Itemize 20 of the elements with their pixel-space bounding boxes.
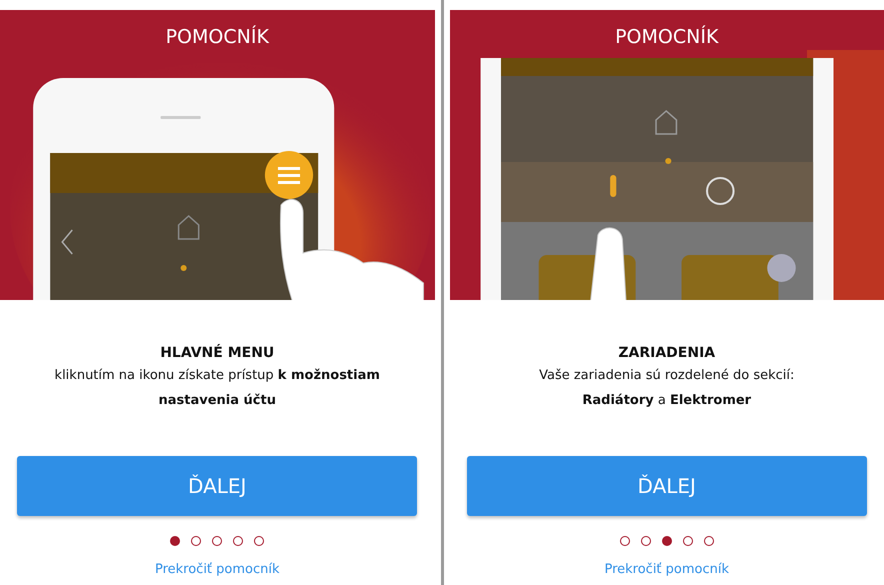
- screen-title: POMOCNÍK: [166, 26, 269, 48]
- page-dot[interactable]: [170, 536, 180, 546]
- skip-guide-link[interactable]: Prekročiť pomocník: [604, 562, 730, 577]
- next-button[interactable]: ĎALEJ: [17, 456, 418, 516]
- page-dot[interactable]: [620, 536, 630, 546]
- page-dot[interactable]: [640, 536, 651, 546]
- page-dot[interactable]: [704, 536, 714, 546]
- page-dot[interactable]: [191, 536, 202, 546]
- page-dot[interactable]: [254, 536, 264, 546]
- page-dot[interactable]: [682, 536, 693, 546]
- step-description: Vaše zariadenia sú rozdelené do sekcií: Radiátory a Elektromer: [539, 367, 794, 410]
- page-dot[interactable]: [233, 536, 244, 546]
- next-button[interactable]: ĎALEJ: [466, 456, 867, 516]
- page-dot[interactable]: [662, 536, 672, 546]
- step-description: kliknutím na ikonu získate prístup k možnostiam nastavenia účtu: [54, 367, 380, 410]
- skip-guide-link[interactable]: Prekročiť pomocník: [154, 562, 280, 577]
- screen-title: POMOCNÍK: [615, 26, 718, 48]
- step-heading: ZARIADENIA: [618, 345, 716, 361]
- page-dot[interactable]: [212, 536, 222, 546]
- step-heading: HLAVNÉ MENU: [160, 345, 274, 361]
